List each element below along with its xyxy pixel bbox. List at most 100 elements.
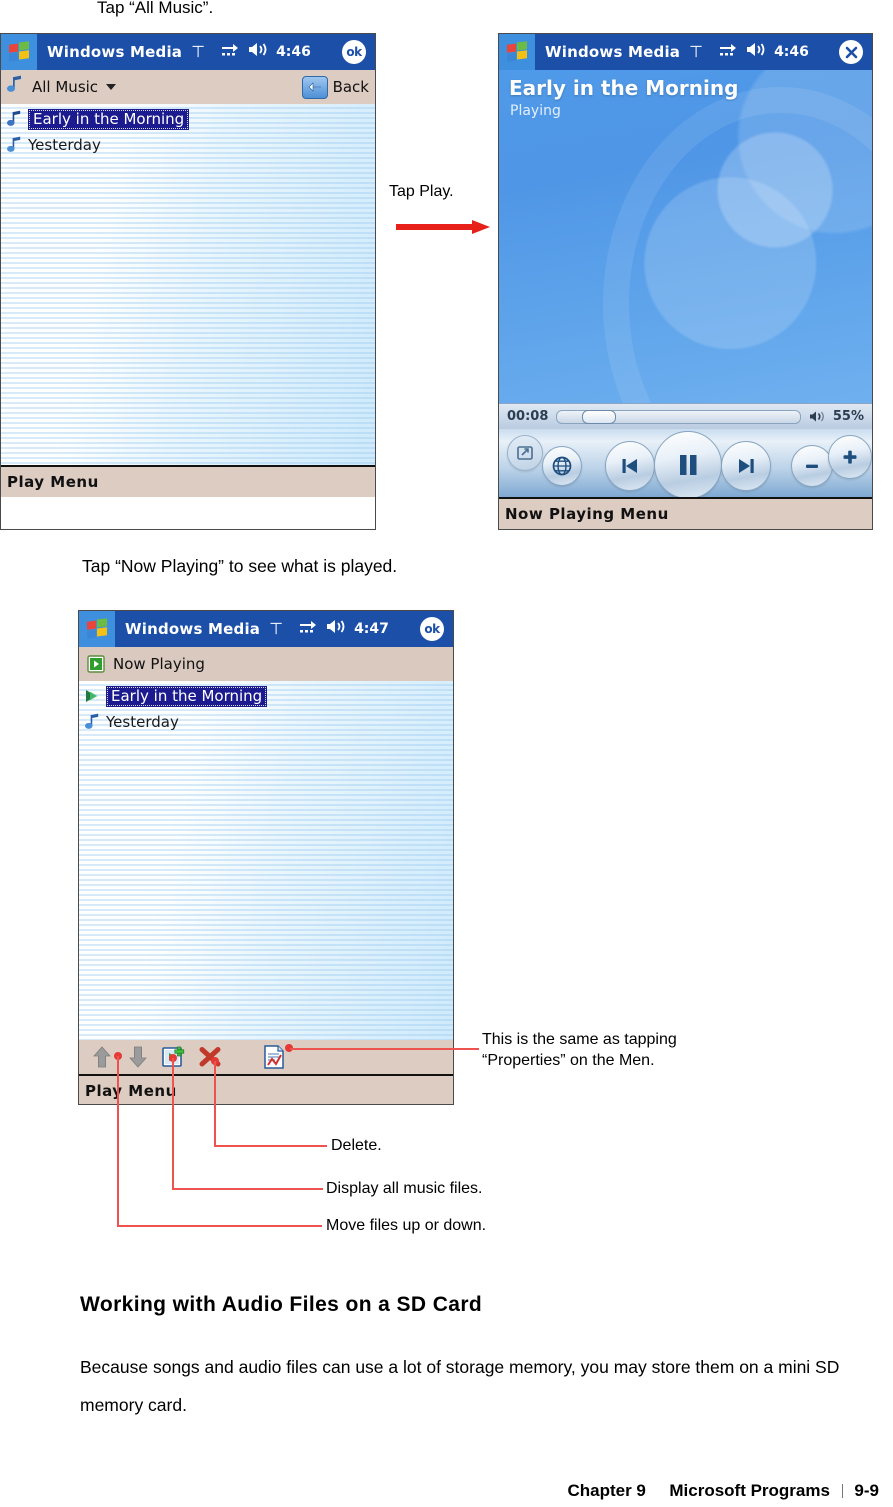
command-bar-now-playing[interactable]: Now Playing: [79, 647, 453, 681]
command-bar-label: Now Playing: [113, 655, 205, 673]
now-playing-menu-label: Now Playing Menu: [505, 505, 669, 523]
list-item-label: Yesterday: [106, 713, 179, 731]
ok-button-label: ok: [342, 40, 366, 64]
footer-chapter: Chapter 9: [567, 1481, 646, 1500]
music-list-all: Early in the Morning Yesterday: [1, 104, 375, 465]
instruction-tap-now-playing: Tap “Now Playing” to see what is played.: [82, 556, 398, 576]
back-button[interactable]: Back: [301, 75, 369, 99]
volume-up-icon[interactable]: [828, 435, 872, 479]
callout-line-display-v: [172, 1058, 174, 1188]
titlebar-app-name: Windows Media: [125, 620, 261, 638]
screenshot-all-music-device: Windows Media ⊤ 4:46 ok All Music Back E…: [0, 33, 376, 530]
footer-separator: [841, 1484, 843, 1498]
previous-icon[interactable]: [605, 441, 655, 491]
now-playing-track-title: Early in the Morning: [509, 76, 739, 100]
music-note-icon: [5, 136, 25, 154]
music-note-icon: [83, 713, 103, 731]
play-menu-bar[interactable]: Play Menu: [79, 1074, 453, 1104]
list-item-label: Early in the Morning: [106, 685, 268, 707]
move-down-icon[interactable]: [125, 1044, 151, 1070]
antenna-icon: ⊤: [191, 42, 206, 61]
annotation-delete: Delete.: [331, 1137, 382, 1154]
back-arrow-icon: [301, 75, 328, 99]
transport-controls: [499, 429, 872, 497]
titlebar-all-music: Windows Media ⊤ 4:46 ok: [1, 34, 375, 70]
command-bar-label: All Music: [32, 78, 99, 96]
titlebar-app-name: Windows Media: [47, 43, 183, 61]
list-item[interactable]: Early in the Morning: [1, 106, 375, 132]
list-item-label: Yesterday: [28, 136, 101, 154]
instruction-tap-all-music: Tap “All Music”.: [97, 0, 214, 17]
ok-button-label: ok: [420, 617, 444, 641]
fullscreen-icon[interactable]: [507, 435, 543, 471]
seek-slider[interactable]: [556, 409, 801, 424]
play-menu-label: Play Menu: [85, 1082, 177, 1100]
command-bar-all-music[interactable]: All Music Back: [1, 70, 375, 104]
windows-logo-icon: [499, 34, 535, 70]
page-footer: Chapter 9 Microsoft Programs 9-9: [567, 1481, 879, 1501]
close-icon: [839, 40, 863, 64]
speaker-icon[interactable]: [248, 42, 268, 62]
titlebar-app-name: Windows Media: [545, 43, 681, 61]
close-button[interactable]: [839, 40, 863, 64]
list-item[interactable]: Yesterday: [79, 709, 453, 735]
titlebar-status-icons: [719, 42, 766, 62]
callout-line-display-h: [172, 1188, 323, 1190]
transport-seek-row: 00:08 55%: [499, 403, 872, 429]
ok-button[interactable]: ok: [420, 617, 444, 641]
volume-down-icon[interactable]: [791, 445, 833, 487]
footer-page-number: 9-9: [854, 1481, 879, 1500]
properties-icon[interactable]: [261, 1044, 287, 1070]
titlebar-clock: 4:46: [276, 44, 311, 60]
list-item-label: Early in the Morning: [28, 108, 190, 130]
titlebar-now-playing: Windows Media ⊤ 4:46: [499, 34, 872, 70]
callout-line-properties: [290, 1048, 479, 1050]
volume-percent: 55%: [832, 409, 864, 424]
music-note-icon: [5, 110, 25, 128]
titlebar-playlist: Windows Media ⊤ 4:47 ok: [79, 611, 453, 647]
connectivity-icon[interactable]: [299, 620, 317, 639]
section-heading-sd-card: Working with Audio Files on a SD Card: [80, 1293, 483, 1316]
now-playing-menu-bar[interactable]: Now Playing Menu: [499, 497, 872, 529]
titlebar-status-icons: [221, 42, 268, 62]
web-globe-icon[interactable]: [542, 446, 582, 486]
annotation-move-files: Move files up or down.: [326, 1217, 487, 1234]
album-art-area: Early in the Morning Playing: [499, 70, 872, 403]
windows-logo-icon: [79, 611, 115, 647]
screenshot-playlist-device: Windows Media ⊤ 4:47 ok Now Playing Earl…: [78, 610, 454, 1105]
speaker-icon[interactable]: [746, 42, 766, 62]
antenna-icon: ⊤: [689, 42, 704, 61]
red-arrow-icon: [396, 218, 492, 241]
now-playing-status: Playing: [510, 103, 561, 119]
screenshot-now-playing-device: Windows Media ⊤ 4:46 Early in the Mornin…: [498, 33, 873, 530]
body-paragraph: Because songs and audio files can use a …: [80, 1357, 840, 1415]
annotation-properties-line1: This is the same as tapping: [482, 1031, 677, 1048]
speaker-icon[interactable]: [326, 619, 346, 639]
back-button-label: Back: [332, 78, 369, 96]
volume-icon: [809, 410, 826, 423]
antenna-icon: ⊤: [269, 619, 284, 638]
titlebar-clock: 4:47: [354, 621, 389, 637]
pause-icon[interactable]: [654, 431, 722, 497]
playlist-toolbar: [79, 1040, 453, 1074]
now-playing-icon: [87, 655, 105, 673]
annotation-tap-play: Tap Play.: [389, 183, 454, 200]
elapsed-time: 00:08: [507, 409, 549, 424]
annotation-properties-line2: “Properties” on the Men.: [482, 1052, 655, 1069]
next-icon[interactable]: [721, 441, 771, 491]
chevron-down-icon[interactable]: [106, 84, 117, 90]
play-menu-bar[interactable]: Play Menu: [1, 465, 375, 497]
connectivity-icon[interactable]: [221, 43, 239, 62]
playing-arrow-icon: [83, 688, 103, 704]
play-menu-label: Play Menu: [7, 473, 99, 491]
list-item[interactable]: Early in the Morning: [79, 683, 453, 709]
footer-title: Microsoft Programs: [669, 1481, 830, 1500]
delete-icon[interactable]: [197, 1044, 223, 1070]
now-playing-list: Early in the Morning Yesterday: [79, 681, 453, 1040]
list-item[interactable]: Yesterday: [1, 132, 375, 158]
connectivity-icon[interactable]: [719, 43, 737, 62]
seek-slider-thumb[interactable]: [581, 409, 616, 424]
ok-button[interactable]: ok: [342, 40, 366, 64]
move-up-icon[interactable]: [89, 1044, 115, 1070]
callout-line-delete-h: [214, 1145, 327, 1147]
